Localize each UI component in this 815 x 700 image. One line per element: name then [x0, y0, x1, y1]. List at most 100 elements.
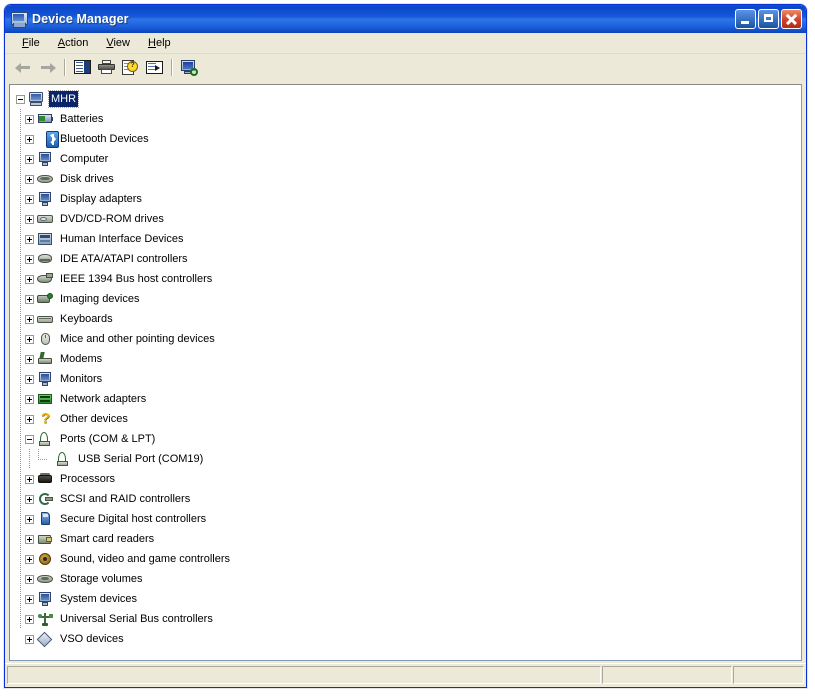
menu-action[interactable]: Action: [49, 35, 98, 51]
usb-controller-icon: [37, 611, 54, 627]
tree-item-secure-digital-host-controllers[interactable]: Secure Digital host controllers: [16, 509, 801, 529]
expander-monitors[interactable]: [25, 375, 34, 384]
back-button[interactable]: [11, 56, 35, 78]
window-title: Device Manager: [32, 12, 129, 26]
tree-item-storage-volumes[interactable]: Storage volumes: [16, 569, 801, 589]
expander-other-devices[interactable]: [25, 415, 34, 424]
forward-button[interactable]: [35, 56, 59, 78]
mouse-icon: [37, 331, 54, 347]
tree-item-display-adapters[interactable]: Display adapters: [16, 189, 801, 209]
expander-dvd-cdrom-drives[interactable]: [25, 215, 34, 224]
show-console-tree-button[interactable]: [70, 56, 94, 78]
scan-hardware-changes-button[interactable]: [177, 56, 201, 78]
status-panel-primary: [7, 666, 601, 684]
tree-item-sound-video-and-game-controllers[interactable]: Sound, video and game controllers: [16, 549, 801, 569]
expander-bluetooth-devices[interactable]: [25, 135, 34, 144]
properties-help-icon: ?: [122, 60, 138, 75]
tree-item-label: Network adapters: [58, 391, 148, 407]
device-tree: MHR Batteries: [10, 85, 801, 649]
close-button[interactable]: [781, 9, 802, 29]
tree-item-vso-devices[interactable]: VSO devices: [16, 629, 801, 649]
tree-item-label: Batteries: [58, 111, 105, 127]
tree-item-network-adapters[interactable]: Network adapters: [16, 389, 801, 409]
menu-file[interactable]: File: [13, 35, 49, 51]
menu-help[interactable]: Help: [139, 35, 180, 51]
minimize-button[interactable]: [735, 9, 756, 29]
tree-item-monitors[interactable]: Monitors: [16, 369, 801, 389]
expander-modems[interactable]: [25, 355, 34, 364]
tree-item-label: Keyboards: [58, 311, 115, 327]
status-panel-secondary: [602, 666, 732, 684]
bluetooth-icon: [37, 131, 54, 147]
tree-item-label: Ports (COM & LPT): [58, 431, 157, 447]
tree-item-system-devices[interactable]: System devices: [16, 589, 801, 609]
tree-item-disk-drives[interactable]: Disk drives: [16, 169, 801, 189]
sd-host-icon: [37, 511, 54, 527]
expander-mice-and-other-pointing-devices[interactable]: [25, 335, 34, 344]
device-manager-window: Device Manager File Action View Help: [4, 4, 807, 688]
tree-item-usb-serial-port[interactable]: USB Serial Port (COM19): [16, 449, 801, 469]
expander-human-interface-devices[interactable]: [25, 235, 34, 244]
network-adapter-icon: [37, 391, 54, 407]
system-device-icon: [37, 591, 54, 607]
arrow-right-icon: [39, 62, 56, 73]
tree-item-smart-card-readers[interactable]: Smart card readers: [16, 529, 801, 549]
tree-item-other-devices[interactable]: ? Other devices: [16, 409, 801, 429]
tree-connector: [34, 449, 52, 469]
tree-item-ieee-1394-bus-host-controllers[interactable]: IEEE 1394 Bus host controllers: [16, 269, 801, 289]
tree-item-label: Secure Digital host controllers: [58, 511, 208, 527]
client-area: MHR Batteries: [5, 80, 806, 663]
expander-display-adapters[interactable]: [25, 195, 34, 204]
tree-item-keyboards[interactable]: Keyboards: [16, 309, 801, 329]
expander-storage-volumes[interactable]: [25, 575, 34, 584]
tree-item-label: Disk drives: [58, 171, 116, 187]
update-driver-button[interactable]: [142, 56, 166, 78]
tree-item-human-interface-devices[interactable]: Human Interface Devices: [16, 229, 801, 249]
root-collapse-toggle[interactable]: [16, 95, 25, 104]
tree-item-label: Monitors: [58, 371, 104, 387]
tree-item-processors[interactable]: Processors: [16, 469, 801, 489]
tree-item-dvd-cdrom-drives[interactable]: DVD/CD-ROM drives: [16, 209, 801, 229]
device-tree-pane[interactable]: MHR Batteries: [9, 84, 802, 661]
expander-scsi-and-raid-controllers[interactable]: [25, 495, 34, 504]
expander-keyboards[interactable]: [25, 315, 34, 324]
expander-system-devices[interactable]: [25, 595, 34, 604]
expander-sound-video-and-game-controllers[interactable]: [25, 555, 34, 564]
print-button[interactable]: [94, 56, 118, 78]
expander-computer[interactable]: [25, 155, 34, 164]
expander-ports-com-lpt[interactable]: [25, 435, 34, 444]
tree-item-modems[interactable]: Modems: [16, 349, 801, 369]
tree-item-scsi-and-raid-controllers[interactable]: SCSI and RAID controllers: [16, 489, 801, 509]
expander-batteries[interactable]: [25, 115, 34, 124]
expander-secure-digital-host-controllers[interactable]: [25, 515, 34, 524]
expander-imaging-devices[interactable]: [25, 295, 34, 304]
tree-root-row[interactable]: MHR: [16, 89, 801, 109]
toolbar: ?: [5, 54, 806, 81]
tree-item-ports-com-lpt[interactable]: Ports (COM & LPT): [16, 429, 801, 449]
tree-item-imaging-devices[interactable]: Imaging devices: [16, 289, 801, 309]
expander-universal-serial-bus-controllers[interactable]: [25, 615, 34, 624]
tree-item-label: IEEE 1394 Bus host controllers: [58, 271, 214, 287]
expander-disk-drives[interactable]: [25, 175, 34, 184]
expander-ieee-1394-bus-host-controllers[interactable]: [25, 275, 34, 284]
tree-item-bluetooth-devices[interactable]: Bluetooth Devices: [16, 129, 801, 149]
tree-item-computer[interactable]: Computer: [16, 149, 801, 169]
menu-view[interactable]: View: [97, 35, 139, 51]
tree-item-ide-ata-atapi-controllers[interactable]: IDE ATA/ATAPI controllers: [16, 249, 801, 269]
toolbar-separator-2: [171, 59, 172, 76]
tree-item-universal-serial-bus-controllers[interactable]: Universal Serial Bus controllers: [16, 609, 801, 629]
tree-item-label: DVD/CD-ROM drives: [58, 211, 166, 227]
tree-item-batteries[interactable]: Batteries: [16, 109, 801, 129]
ieee1394-icon: [37, 271, 54, 287]
status-panel-tertiary: [733, 666, 804, 684]
console-tree-icon: [74, 60, 91, 74]
maximize-button[interactable]: [758, 9, 779, 29]
expander-ide-ata-atapi-controllers[interactable]: [25, 255, 34, 264]
properties-button[interactable]: ?: [118, 56, 142, 78]
expander-smart-card-readers[interactable]: [25, 535, 34, 544]
tree-item-mice-and-other-pointing-devices[interactable]: Mice and other pointing devices: [16, 329, 801, 349]
expander-vso-devices[interactable]: [25, 635, 34, 644]
monitor-icon: [37, 371, 54, 387]
expander-network-adapters[interactable]: [25, 395, 34, 404]
expander-processors[interactable]: [25, 475, 34, 484]
